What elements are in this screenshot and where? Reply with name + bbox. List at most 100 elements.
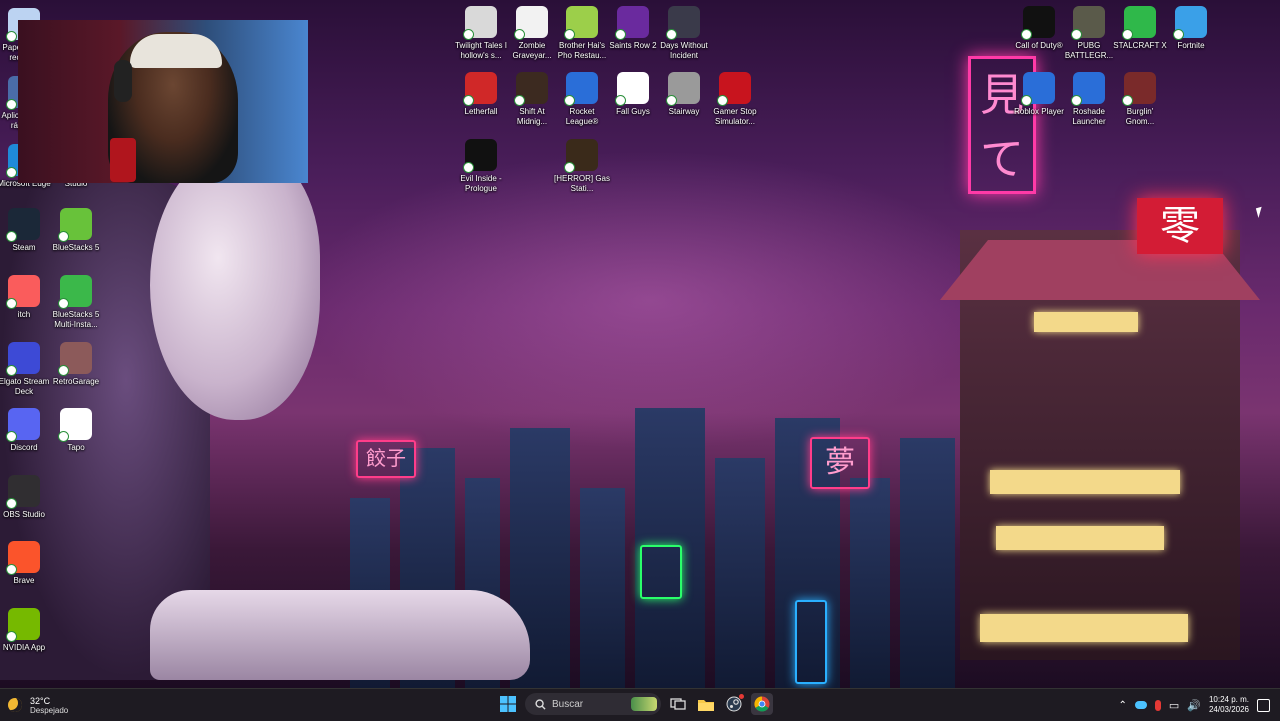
app-icon	[463, 139, 497, 173]
taskbar-search[interactable]: Buscar	[525, 693, 661, 715]
desktop-icon-stalcraft-x[interactable]: STALCRAFT X	[1112, 6, 1168, 51]
desktop-icon-zombie-graveyar[interactable]: Zombie Graveyar...	[504, 6, 560, 61]
sync-check-icon	[1071, 95, 1082, 106]
sync-check-icon	[6, 564, 17, 575]
desktop-icon-brother-hai-s-pho-restau[interactable]: Brother Hai's Pho Restau...	[554, 6, 610, 61]
sync-check-icon	[58, 365, 69, 376]
desktop-icon-twilight-tales-i-hollow-s-s[interactable]: Twilight Tales I hollow's s...	[453, 6, 509, 61]
desktop-icon-roshade-launcher[interactable]: Roshade Launcher	[1061, 72, 1117, 127]
desktop-icon-brave[interactable]: Brave	[0, 541, 52, 586]
icon-label: Fortnite	[1177, 41, 1205, 50]
app-icon	[6, 208, 40, 242]
desktop-icon-fall-guys[interactable]: Fall Guys	[605, 72, 661, 117]
icon-label: BlueStacks 5 Multi-Insta...	[52, 310, 100, 329]
microphone-icon[interactable]	[1154, 699, 1161, 711]
app-icon	[463, 72, 497, 106]
desktop-icon-obs-studio[interactable]: OBS Studio	[0, 475, 52, 520]
volume-icon[interactable]: 🔊	[1187, 699, 1201, 712]
icon-label: Steam	[12, 243, 36, 252]
app-icon	[6, 342, 40, 376]
app-icon	[1021, 6, 1055, 40]
sync-check-icon	[463, 95, 474, 106]
desktop-icon-discord[interactable]: Discord	[0, 408, 52, 453]
icon-label: itch	[17, 310, 31, 319]
desktop-icon-itch[interactable]: itch	[0, 275, 52, 320]
chrome-icon[interactable]	[751, 693, 773, 715]
clock[interactable]: 10:24 p. m. 24/03/2026	[1209, 695, 1249, 715]
desktop-icon-elgato-stream-deck[interactable]: Elgato Stream Deck	[0, 342, 52, 397]
app-icon	[6, 275, 40, 309]
red-cup	[110, 138, 136, 182]
desktop-icon-retrogarage[interactable]: RetroGarage	[48, 342, 104, 387]
file-explorer-icon[interactable]	[695, 693, 717, 715]
desktop-icon-bluestacks-5-multi-insta[interactable]: BlueStacks 5 Multi-Insta...	[48, 275, 104, 330]
app-icon	[717, 72, 751, 106]
desktop-icon-saints-row-2[interactable]: Saints Row 2	[605, 6, 661, 51]
desktop-icon-nvidia-app[interactable]: NVIDIA App	[0, 608, 52, 653]
sync-check-icon	[1021, 95, 1032, 106]
desktop-icon-herror-gas-stati[interactable]: [HERROR] Gas Stati...	[554, 139, 610, 194]
app-icon	[58, 408, 92, 442]
sync-check-icon	[666, 95, 677, 106]
weather-widget[interactable]: 32°C Despejado	[8, 693, 68, 717]
icon-label: Letherfall	[464, 107, 498, 116]
sync-check-icon	[6, 167, 17, 178]
icon-label: Roblox Player	[1014, 107, 1064, 116]
desktop-icon-steam[interactable]: Steam	[0, 208, 52, 253]
sync-check-icon	[1021, 29, 1032, 40]
app-icon	[6, 541, 40, 575]
moon-icon	[8, 698, 22, 712]
desktop-icon-roblox-player[interactable]: Roblox Player	[1011, 72, 1067, 117]
app-icon	[1071, 6, 1105, 40]
app-icon	[1122, 72, 1156, 106]
sync-check-icon	[463, 162, 474, 173]
sync-check-icon	[58, 231, 69, 242]
sync-check-icon	[717, 95, 728, 106]
notification-icon[interactable]	[1257, 698, 1270, 712]
app-icon	[564, 6, 598, 40]
desktop-icon-letherfall[interactable]: Letherfall	[453, 72, 509, 117]
chevron-up-icon[interactable]: ⌃	[1118, 700, 1126, 711]
neon-sign-blue	[795, 600, 827, 684]
network-icon[interactable]: ▭	[1169, 699, 1179, 712]
task-view-icon[interactable]	[667, 693, 689, 715]
icon-label: Shift At Midnig...	[516, 107, 548, 126]
icon-label: Brother Hai's Pho Restau...	[557, 41, 607, 60]
steam-icon[interactable]	[723, 693, 745, 715]
sync-check-icon	[6, 99, 17, 110]
desktop-icon-shift-at-midnig[interactable]: Shift At Midnig...	[504, 72, 560, 127]
desktop-icon-call-of-duty[interactable]: Call of Duty®	[1011, 6, 1067, 51]
icon-label: RetroGarage	[52, 377, 100, 386]
sync-check-icon	[1071, 29, 1082, 40]
desktop-icon-rocket-league[interactable]: Rocket League®	[554, 72, 610, 127]
windows-start-icon[interactable]	[497, 693, 519, 715]
icon-label: Gamer Stop Simulator...	[713, 107, 757, 126]
desktop-icon-fortnite[interactable]: Fortnite	[1163, 6, 1219, 51]
desktop-icon-gamer-stop-simulator[interactable]: Gamer Stop Simulator...	[707, 72, 763, 127]
app-icon	[615, 6, 649, 40]
desktop-icon-tapo[interactable]: Tapo	[48, 408, 104, 453]
icon-label: Tapo	[67, 443, 85, 452]
robot-hand	[150, 590, 530, 680]
desktop-icon-pubg-battlegr[interactable]: PUBG BATTLEGR...	[1061, 6, 1117, 61]
icon-label: Zombie Graveyar...	[512, 41, 552, 60]
sync-check-icon	[58, 298, 69, 309]
robot-face	[150, 150, 320, 420]
search-highlight-icon	[631, 697, 657, 711]
cloud-icon[interactable]	[1134, 701, 1147, 709]
desktop-icon-evil-inside-prologue[interactable]: Evil Inside - Prologue	[453, 139, 509, 194]
icon-label: Days Without Incident	[660, 41, 708, 60]
desktop-icon-days-without-incident[interactable]: Days Without Incident	[656, 6, 712, 61]
desktop-icon-bluestacks-5[interactable]: BlueStacks 5	[48, 208, 104, 253]
app-icon	[666, 6, 700, 40]
app-icon	[6, 475, 40, 509]
sync-check-icon	[463, 29, 474, 40]
neon-sign-dream: 夢	[810, 437, 870, 489]
desktop-icon-burglin-gnom[interactable]: Burglin' Gnom...	[1112, 72, 1168, 127]
desktop-icon-stairway[interactable]: Stairway	[656, 72, 712, 117]
search-icon	[535, 698, 546, 710]
sync-check-icon	[6, 365, 17, 376]
app-icon	[564, 72, 598, 106]
app-icon	[58, 342, 92, 376]
icon-label: NVIDIA App	[2, 643, 46, 652]
